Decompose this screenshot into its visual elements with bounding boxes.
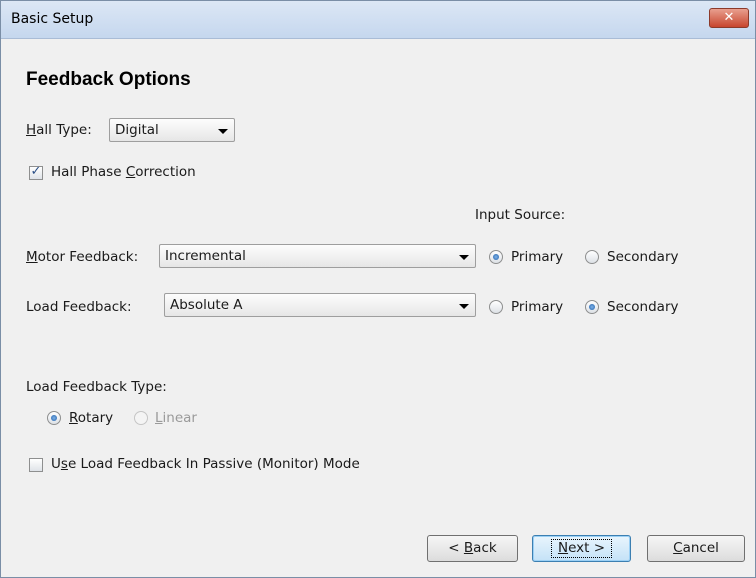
- motor-feedback-label: Motor Feedback:: [26, 249, 139, 265]
- checkmark-icon: ✓: [30, 164, 42, 179]
- linear-label[interactable]: Linear: [155, 410, 197, 426]
- chevron-down-icon: [459, 304, 469, 309]
- load-feedback-primary-radio[interactable]: [489, 300, 503, 314]
- linear-radio[interactable]: [134, 411, 148, 425]
- hall-phase-correction-checkbox[interactable]: ✓: [29, 164, 43, 180]
- passive-mode-checkbox[interactable]: [29, 458, 43, 472]
- page-title: Feedback Options: [26, 69, 191, 90]
- close-icon: ✕: [723, 10, 735, 25]
- load-feedback-secondary-radio[interactable]: [585, 300, 599, 314]
- load-feedback-type-label: Load Feedback Type:: [26, 379, 167, 395]
- motor-feedback-primary-label[interactable]: Primary: [511, 249, 563, 265]
- hall-type-label: Hall Type:: [26, 122, 92, 138]
- hall-type-select[interactable]: Digital: [109, 118, 235, 142]
- rotary-radio[interactable]: [47, 411, 61, 425]
- basic-setup-window: Basic Setup ✕ Feedback Options Hall Type…: [0, 0, 756, 578]
- rotary-label[interactable]: Rotary: [69, 410, 113, 426]
- title-bar[interactable]: Basic Setup ✕: [1, 1, 755, 39]
- motor-feedback-primary-radio[interactable]: [489, 250, 503, 264]
- cancel-button[interactable]: Cancel: [647, 535, 745, 562]
- chevron-down-icon: [459, 255, 469, 260]
- chevron-down-icon: [218, 129, 228, 134]
- motor-feedback-value: Incremental: [165, 248, 246, 264]
- load-feedback-primary-label[interactable]: Primary: [511, 299, 563, 315]
- load-feedback-secondary-label[interactable]: Secondary: [607, 299, 679, 315]
- motor-feedback-secondary-radio[interactable]: [585, 250, 599, 264]
- passive-mode-label[interactable]: Use Load Feedback In Passive (Monitor) M…: [51, 456, 360, 472]
- window-title: Basic Setup: [11, 11, 94, 27]
- load-feedback-value: Absolute A: [170, 297, 243, 313]
- motor-feedback-select[interactable]: Incremental: [159, 244, 476, 268]
- load-feedback-label: Load Feedback:: [26, 299, 132, 315]
- motor-feedback-secondary-label[interactable]: Secondary: [607, 249, 679, 265]
- hall-phase-correction-label[interactable]: Hall Phase Correction: [51, 164, 196, 180]
- hall-type-value: Digital: [115, 122, 159, 138]
- close-button[interactable]: ✕: [709, 8, 749, 28]
- next-button[interactable]: Next >: [532, 535, 631, 562]
- back-button[interactable]: < Back: [427, 535, 518, 562]
- load-feedback-select[interactable]: Absolute A: [164, 293, 476, 317]
- input-source-label: Input Source:: [475, 207, 566, 223]
